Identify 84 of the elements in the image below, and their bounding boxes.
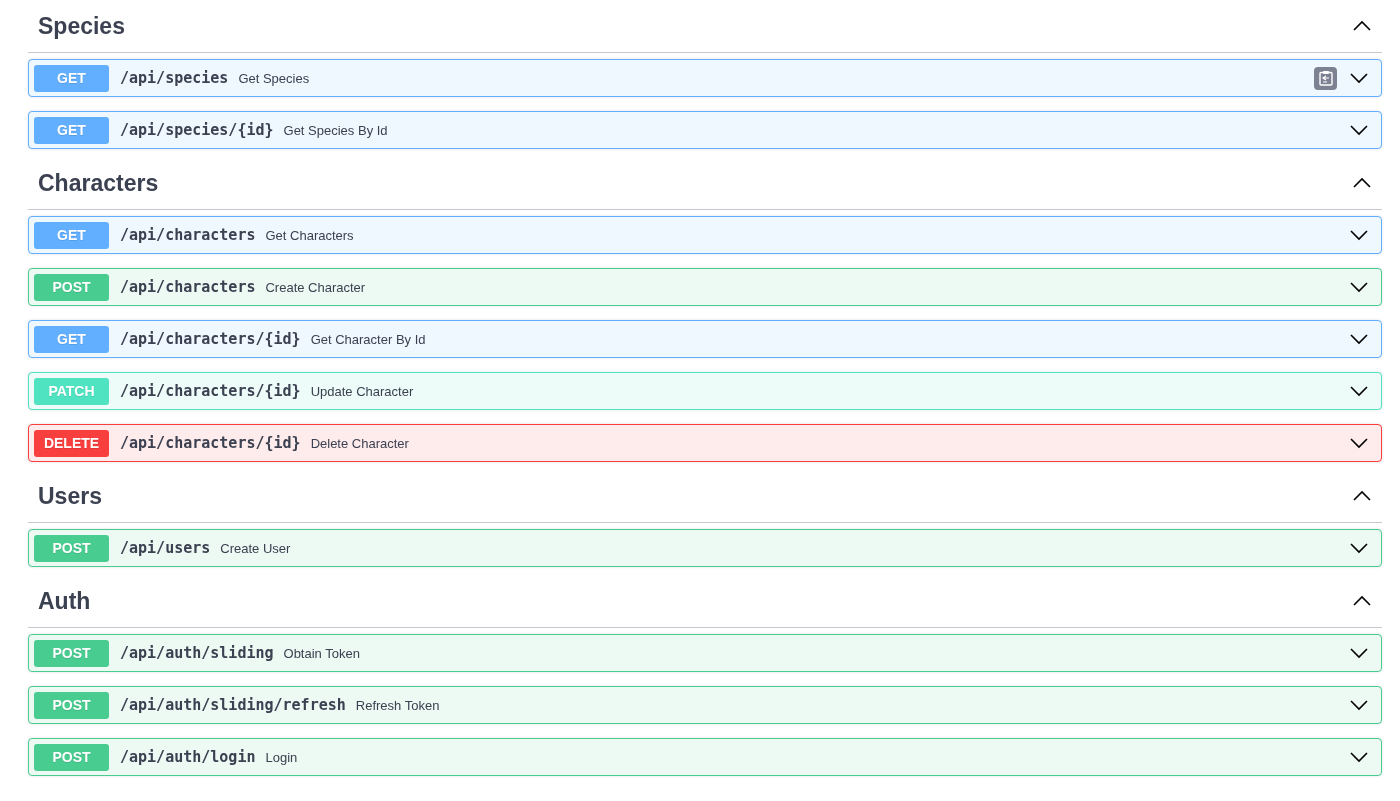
- method-badge: GET: [34, 116, 109, 144]
- endpoint-path: /api/auth/sliding: [120, 644, 274, 662]
- operation-row[interactable]: GET /api/species Get Species: [28, 59, 1382, 97]
- section-title: Auth: [38, 587, 91, 615]
- method-badge: GET: [34, 221, 109, 249]
- operation-row[interactable]: GET /api/species/{id} Get Species By Id: [28, 111, 1382, 149]
- operation-row[interactable]: GET /api/characters/{id} Get Character By Id: [28, 320, 1382, 358]
- method-badge: GET: [34, 64, 109, 92]
- expand-button[interactable]: [1349, 751, 1369, 763]
- operation-summary: Create User: [220, 540, 292, 556]
- expand-button[interactable]: [1349, 385, 1369, 397]
- endpoint-path: /api/characters: [120, 226, 256, 244]
- expand-button[interactable]: [1349, 124, 1369, 136]
- method-badge: POST: [34, 273, 109, 301]
- collapse-button[interactable]: [1352, 490, 1372, 502]
- operation-row[interactable]: POST /api/users Create User: [28, 529, 1382, 567]
- clipboard-icon: [1318, 70, 1333, 86]
- operation-row[interactable]: GET /api/characters Get Characters: [28, 216, 1382, 254]
- method-badge: DELETE: [34, 429, 109, 457]
- endpoint-path: /api/characters/{id}: [120, 382, 301, 400]
- endpoint-path: /api/species/{id}: [120, 121, 274, 139]
- expand-button[interactable]: [1349, 647, 1369, 659]
- method-badge: POST: [34, 639, 109, 667]
- operation-summary: Obtain Token: [283, 645, 361, 661]
- operation-row[interactable]: POST /api/auth/sliding/refresh Refresh Token: [28, 686, 1382, 724]
- operation-summary: Update Character: [310, 383, 415, 399]
- expand-button[interactable]: [1349, 699, 1369, 711]
- chevron-down-icon: [1349, 281, 1369, 293]
- chevron-down-icon: [1349, 333, 1369, 345]
- method-badge: PATCH: [34, 377, 109, 405]
- endpoint-path: /api/species: [120, 69, 229, 87]
- collapse-button[interactable]: [1352, 595, 1372, 607]
- operation-summary: Get Species: [238, 70, 311, 86]
- chevron-up-icon: [1352, 595, 1372, 607]
- operation-summary: Delete Character: [310, 435, 410, 451]
- expand-button[interactable]: [1349, 72, 1369, 84]
- chevron-down-icon: [1349, 699, 1369, 711]
- operation-summary: Login: [265, 749, 299, 765]
- operation-summary: Create Character: [265, 279, 367, 295]
- copy-button[interactable]: [1314, 66, 1337, 90]
- section-header[interactable]: Species: [28, 0, 1382, 53]
- collapse-button[interactable]: [1352, 20, 1372, 32]
- chevron-up-icon: [1352, 20, 1372, 32]
- endpoint-path: /api/auth/sliding/refresh: [120, 696, 346, 714]
- chevron-down-icon: [1349, 542, 1369, 554]
- method-badge: POST: [34, 691, 109, 719]
- endpoint-path: /api/characters/{id}: [120, 434, 301, 452]
- chevron-down-icon: [1349, 647, 1369, 659]
- chevron-down-icon: [1349, 437, 1369, 449]
- method-badge: GET: [34, 325, 109, 353]
- section-title: Species: [38, 12, 125, 40]
- section-header[interactable]: Characters: [28, 157, 1382, 210]
- operation-summary: Get Characters: [265, 227, 355, 243]
- expand-button[interactable]: [1349, 542, 1369, 554]
- chevron-up-icon: [1352, 490, 1372, 502]
- operation-row[interactable]: DELETE /api/characters/{id} Delete Character: [28, 424, 1382, 462]
- collapse-button[interactable]: [1352, 177, 1372, 189]
- chevron-down-icon: [1349, 385, 1369, 397]
- operation-summary: Get Species By Id: [283, 122, 389, 138]
- operation-row[interactable]: POST /api/auth/login Login: [28, 738, 1382, 776]
- operation-row[interactable]: POST /api/characters Create Character: [28, 268, 1382, 306]
- expand-button[interactable]: [1349, 229, 1369, 241]
- expand-button[interactable]: [1349, 437, 1369, 449]
- section-header[interactable]: Auth: [28, 575, 1382, 628]
- section-title: Users: [38, 482, 102, 510]
- section-header[interactable]: Users: [28, 470, 1382, 523]
- operation-row[interactable]: PATCH /api/characters/{id} Update Character: [28, 372, 1382, 410]
- expand-button[interactable]: [1349, 281, 1369, 293]
- chevron-down-icon: [1349, 124, 1369, 136]
- endpoint-path: /api/characters: [120, 278, 256, 296]
- method-badge: POST: [34, 743, 109, 771]
- section-title: Characters: [38, 169, 159, 197]
- expand-button[interactable]: [1349, 333, 1369, 345]
- chevron-down-icon: [1349, 229, 1369, 241]
- operation-summary: Get Character By Id: [310, 331, 427, 347]
- chevron-down-icon: [1349, 72, 1369, 84]
- operation-summary: Refresh Token: [355, 697, 441, 713]
- endpoint-path: /api/auth/login: [120, 748, 256, 766]
- endpoint-path: /api/characters/{id}: [120, 330, 301, 348]
- operation-row[interactable]: POST /api/auth/sliding Obtain Token: [28, 634, 1382, 672]
- endpoint-path: /api/users: [120, 539, 211, 557]
- method-badge: POST: [34, 534, 109, 562]
- chevron-down-icon: [1349, 751, 1369, 763]
- chevron-up-icon: [1352, 177, 1372, 189]
